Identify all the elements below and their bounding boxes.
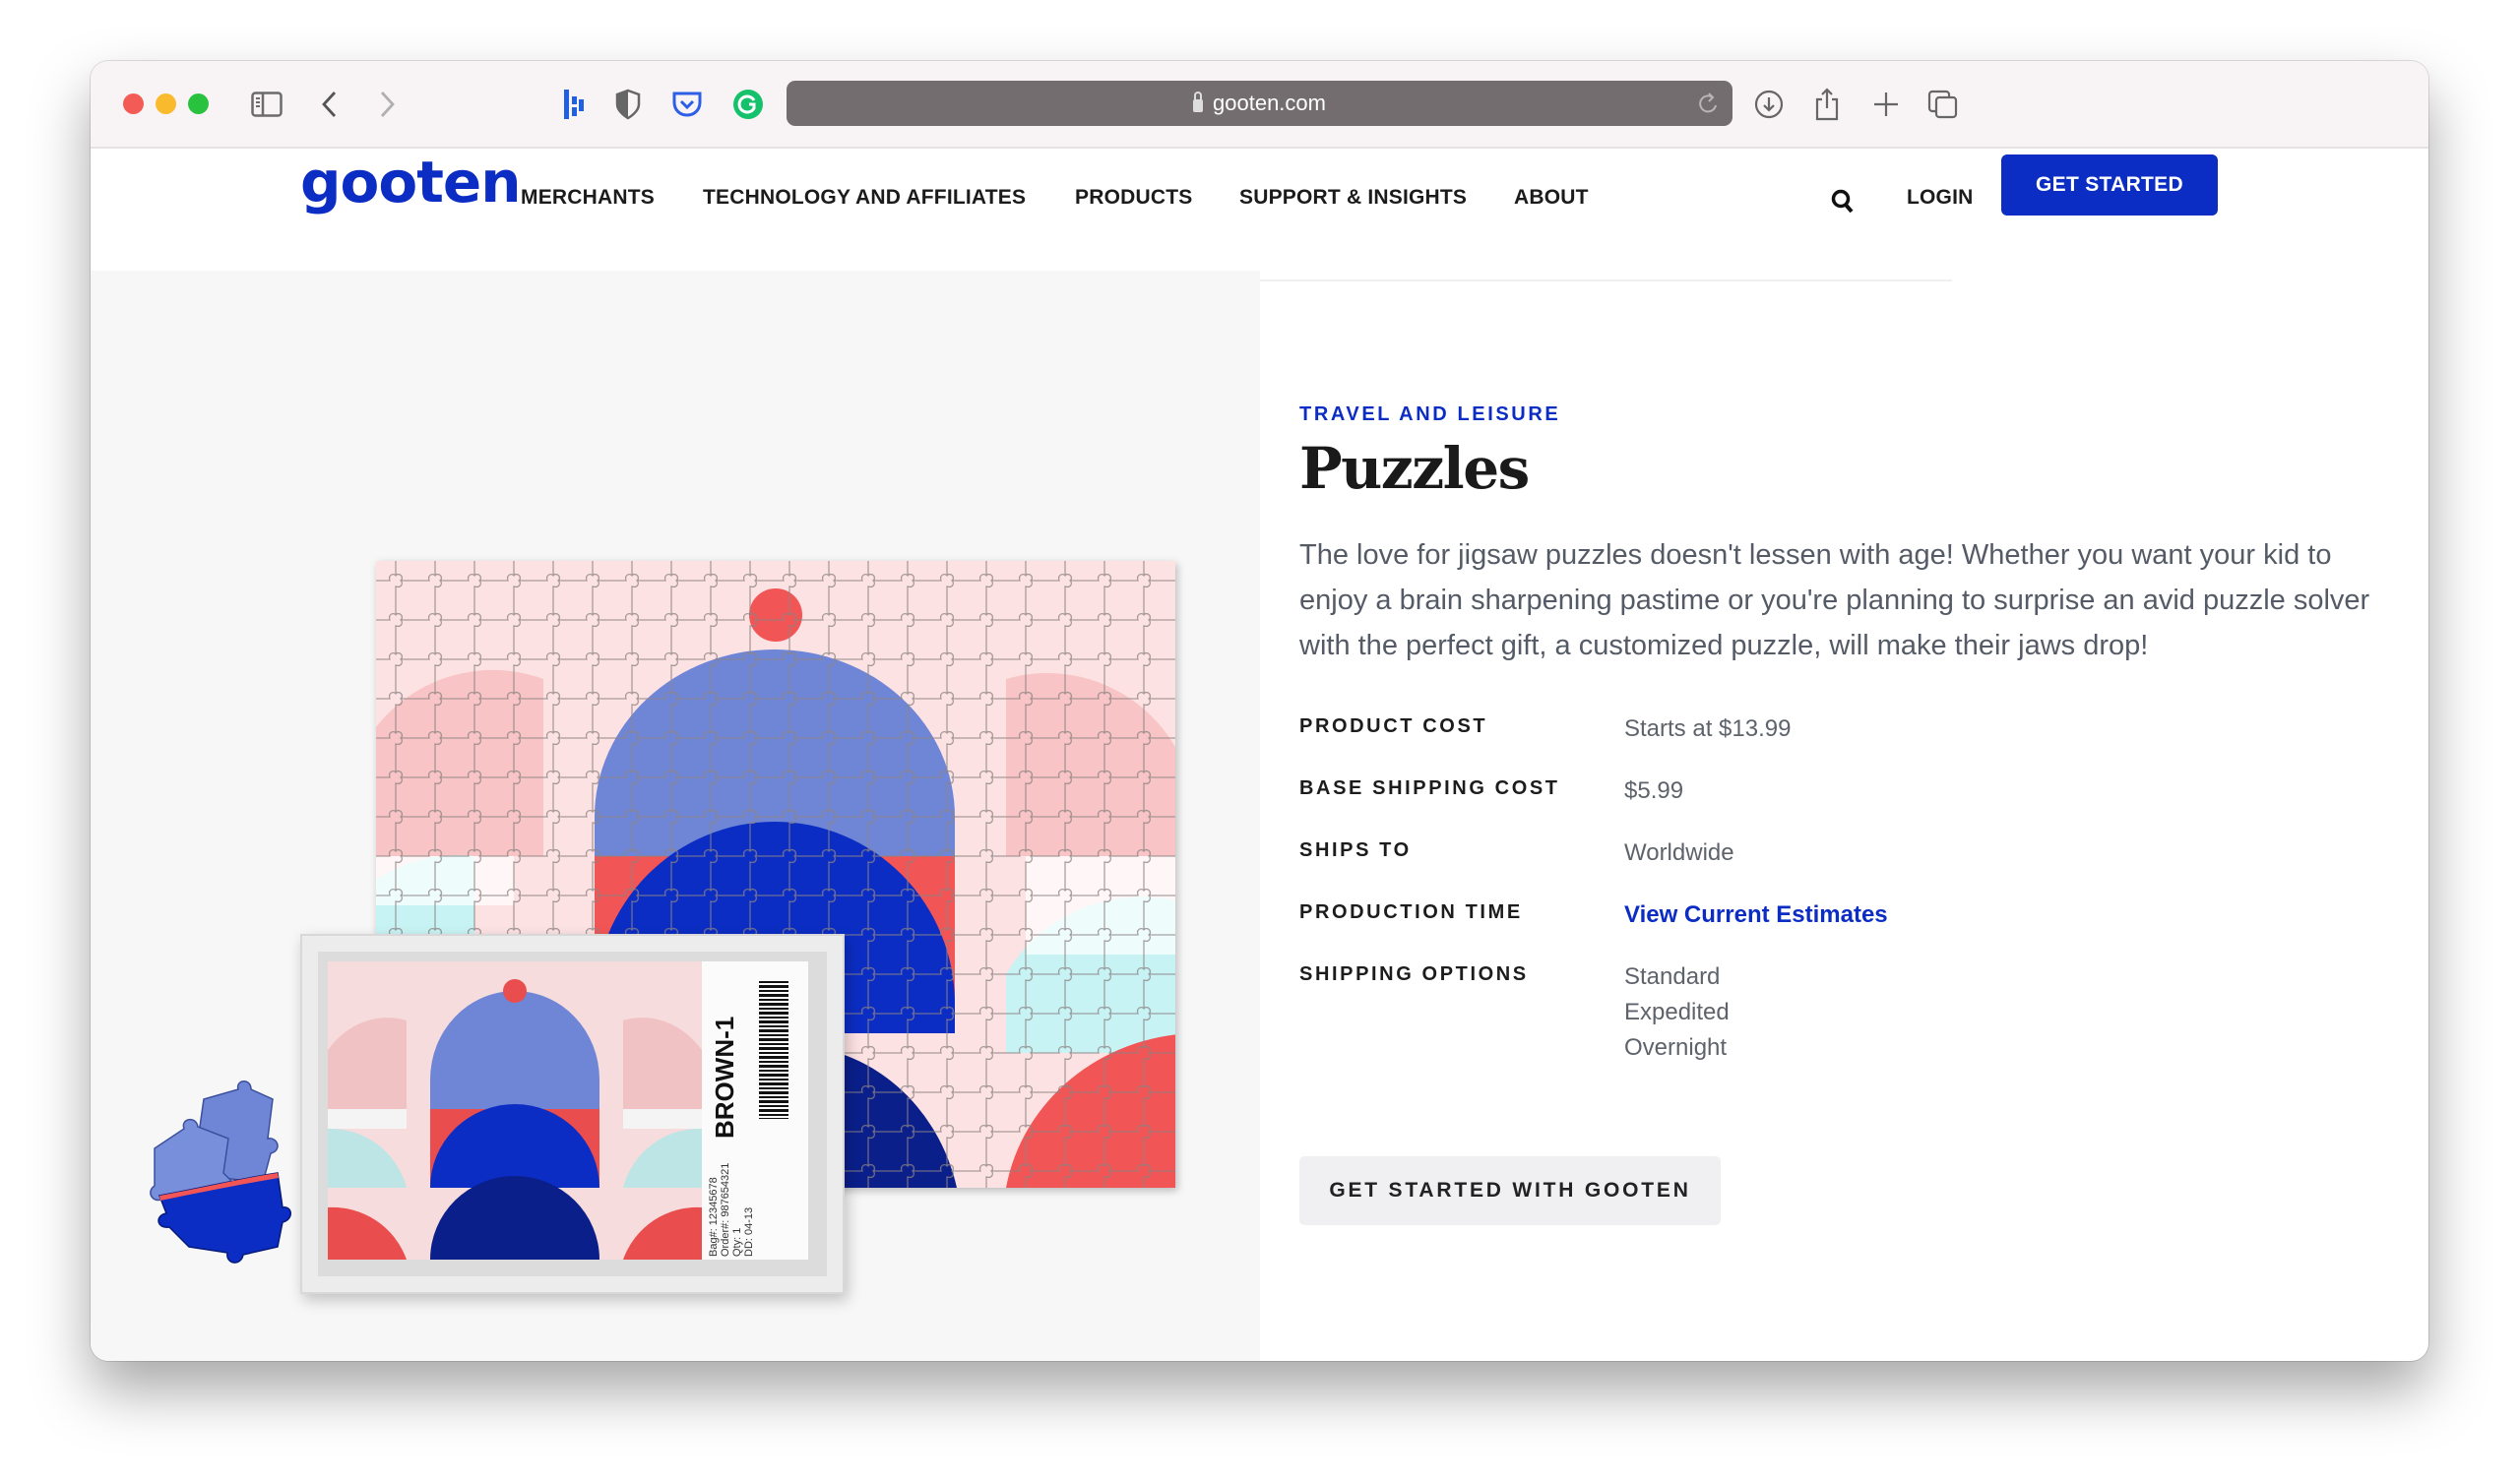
lock-icon bbox=[1193, 91, 1204, 112]
nav-merchants[interactable]: MERCHANTS bbox=[521, 186, 655, 210]
browser-toolbar: gooten.com bbox=[91, 61, 2428, 149]
sidebar-icon[interactable] bbox=[251, 85, 283, 124]
forward-icon[interactable] bbox=[377, 85, 397, 124]
puzzle-box-art bbox=[328, 961, 702, 1260]
reload-icon[interactable] bbox=[1697, 91, 1719, 122]
spec-row-product-cost: PRODUCT COST Starts at $13.99 bbox=[1299, 715, 2284, 755]
label-bag: Bag#: 12345678 bbox=[708, 1177, 720, 1257]
nav-products[interactable]: PRODUCTS bbox=[1075, 186, 1192, 210]
tab-overview-icon[interactable] bbox=[1927, 85, 1959, 124]
spec-row-ships-to: SHIPS TO Worldwide bbox=[1299, 839, 2284, 879]
share-icon[interactable] bbox=[1814, 85, 1840, 124]
spec-value: Worldwide bbox=[1624, 839, 1734, 866]
new-tab-icon[interactable] bbox=[1873, 85, 1899, 124]
spec-label: SHIPS TO bbox=[1299, 839, 1412, 861]
product-category[interactable]: TRAVEL AND LEISURE bbox=[1299, 403, 1560, 426]
label-dd: DD: 04-13 bbox=[743, 1206, 755, 1257]
gooten-logo[interactable]: gooten bbox=[300, 149, 522, 216]
shipping-label: BROWN-1 Bag#: 12345678 Order#: 987654321… bbox=[702, 961, 808, 1260]
pocket-icon[interactable] bbox=[671, 85, 703, 124]
close-window-button[interactable] bbox=[123, 93, 144, 114]
shipping-option: Standard bbox=[1624, 963, 1721, 990]
product-image-panel: BROWN-1 Bag#: 12345678 Order#: 987654321… bbox=[91, 271, 1260, 1361]
spec-row-shipping-options: SHIPPING OPTIONS Standard Expedited Over… bbox=[1299, 963, 2284, 1072]
loose-puzzle-pieces bbox=[145, 1080, 302, 1271]
nav-support-insights[interactable]: SUPPORT & INSIGHTS bbox=[1239, 186, 1467, 210]
spec-label: PRODUCT COST bbox=[1299, 715, 1488, 737]
downloads-icon[interactable] bbox=[1754, 85, 1784, 124]
dashlane-icon[interactable] bbox=[562, 85, 586, 124]
spec-label: SHIPPING OPTIONS bbox=[1299, 963, 1529, 985]
privacy-shield-icon[interactable] bbox=[615, 85, 641, 124]
spec-label: PRODUCTION TIME bbox=[1299, 901, 1523, 923]
shipping-option: Overnight bbox=[1624, 1034, 1728, 1061]
label-code: BROWN-1 bbox=[710, 1016, 739, 1139]
nav-technology-and-affiliates[interactable]: TECHNOLOGY AND AFFILIATES bbox=[703, 186, 1026, 210]
nav-about[interactable]: ABOUT bbox=[1514, 186, 1589, 210]
zoom-window-button[interactable] bbox=[188, 93, 209, 114]
site-header: gooten MERCHANTS TECHNOLOGY AND AFFILIAT… bbox=[91, 149, 2428, 281]
search-icon[interactable] bbox=[1831, 189, 1855, 219]
product-description: The love for jigsaw puzzles doesn't less… bbox=[1299, 539, 2370, 661]
login-link[interactable]: LOGIN bbox=[1907, 186, 1974, 210]
address-bar[interactable]: gooten.com bbox=[787, 81, 1732, 126]
get-started-with-gooten-button[interactable]: GET STARTED WITH GOOTEN bbox=[1299, 1156, 1721, 1225]
shipping-option: Expedited bbox=[1624, 999, 1730, 1025]
get-started-button[interactable]: GET STARTED bbox=[2001, 154, 2218, 216]
view-current-estimates-link[interactable]: View Current Estimates bbox=[1624, 901, 1888, 928]
url-text: gooten.com bbox=[1213, 91, 1326, 115]
minimize-window-button[interactable] bbox=[156, 93, 176, 114]
product-title: Puzzles bbox=[1299, 435, 1530, 502]
grammarly-icon[interactable] bbox=[732, 85, 764, 124]
browser-window: gooten.com gooten MERCHANTS TECHNOLOGY A… bbox=[91, 61, 2428, 1361]
spec-label: BASE SHIPPING COST bbox=[1299, 777, 1560, 799]
spec-value: $5.99 bbox=[1624, 777, 1684, 804]
spec-row-base-shipping-cost: BASE SHIPPING COST $5.99 bbox=[1299, 777, 2284, 817]
puzzle-box: BROWN-1 Bag#: 12345678 Order#: 987654321… bbox=[300, 934, 845, 1294]
spec-row-production-time: PRODUCTION TIME View Current Estimates bbox=[1299, 901, 2284, 941]
spec-value: Starts at $13.99 bbox=[1624, 715, 1792, 742]
label-qty: Qty: 1 bbox=[731, 1227, 743, 1257]
label-order: Order#: 987654321 bbox=[720, 1162, 731, 1257]
back-icon[interactable] bbox=[320, 85, 340, 124]
barcode bbox=[759, 981, 788, 1119]
